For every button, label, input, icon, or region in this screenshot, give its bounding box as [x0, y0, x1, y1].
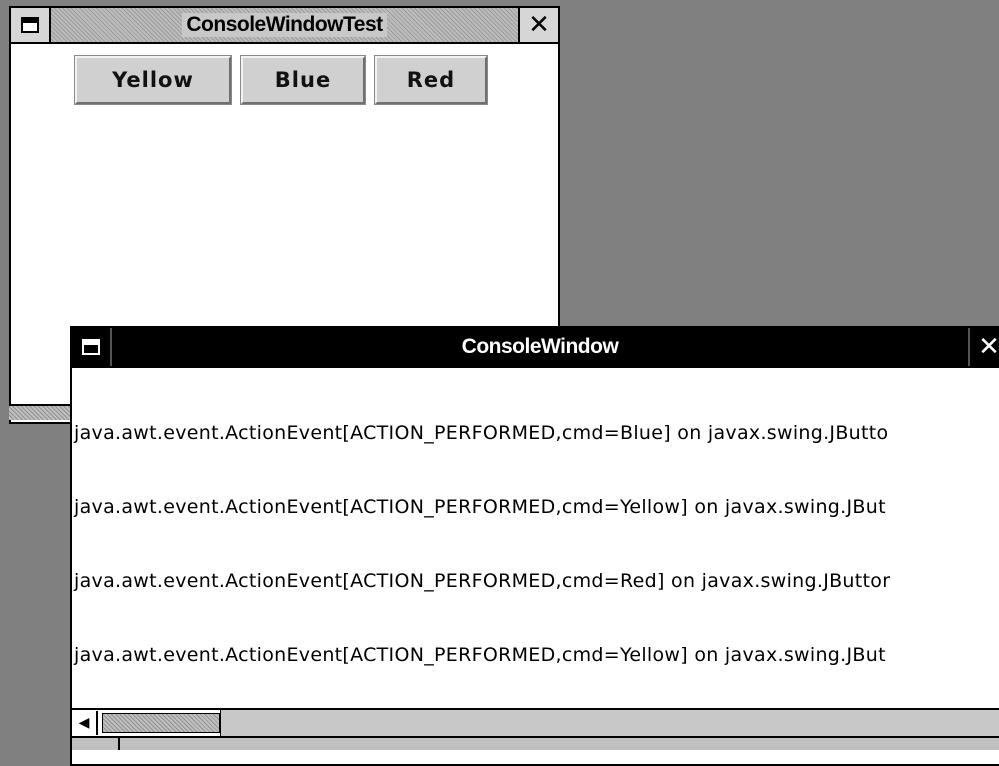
blue-button[interactable]: Blue [240, 55, 366, 105]
console-window: ConsoleWindow ✕ java.awt.event.ActionEve… [70, 326, 999, 766]
title-bar[interactable]: ConsoleWindowTest ✕ [11, 8, 558, 44]
arrow-left-icon: ◀ [78, 715, 90, 731]
close-button[interactable]: ✕ [968, 328, 999, 366]
close-icon: ✕ [528, 10, 550, 40]
window-menu-button[interactable] [11, 8, 51, 42]
console-text-area[interactable]: java.awt.event.ActionEvent[ACTION_PERFOR… [74, 374, 999, 714]
window-resize-border[interactable] [72, 736, 999, 750]
yellow-button[interactable]: Yellow [74, 55, 232, 105]
close-icon: ✕ [978, 332, 999, 362]
resize-handle-left[interactable] [72, 738, 120, 750]
window-title: ConsoleWindowTest [51, 8, 518, 42]
close-button[interactable]: ✕ [518, 8, 558, 42]
console-line: java.awt.event.ActionEvent[ACTION_PERFOR… [74, 496, 886, 518]
horizontal-scrollbar[interactable]: ◀ [72, 708, 999, 736]
window-menu-icon [21, 17, 39, 33]
console-line: java.awt.event.ActionEvent[ACTION_PERFOR… [74, 422, 889, 444]
scroll-left-button[interactable]: ◀ [72, 711, 98, 735]
console-line: java.awt.event.ActionEvent[ACTION_PERFOR… [74, 570, 891, 592]
button-row: Yellow Blue Red [74, 55, 488, 105]
scrollbar-thumb[interactable] [102, 713, 220, 733]
title-bar[interactable]: ConsoleWindow ✕ [72, 328, 999, 368]
window-menu-button[interactable] [72, 328, 112, 366]
window-title-text: ConsoleWindowTest [182, 13, 387, 37]
scrollbar-track[interactable] [220, 710, 999, 736]
window-title: ConsoleWindow [461, 335, 619, 358]
window-menu-icon [82, 339, 100, 355]
horizontal-scrollbar[interactable] [9, 404, 79, 420]
red-button[interactable]: Red [374, 55, 488, 105]
console-line: java.awt.event.ActionEvent[ACTION_PERFOR… [74, 644, 886, 666]
